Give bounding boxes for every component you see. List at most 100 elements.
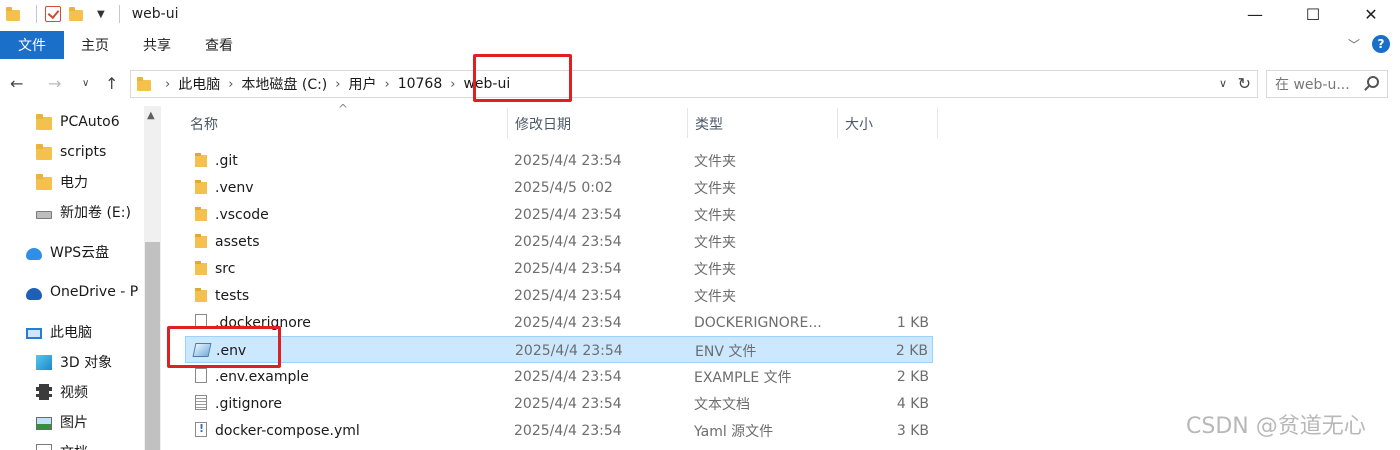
breadcrumb-separator[interactable]: ›: [335, 77, 340, 92]
nav-item-power[interactable]: 电力: [36, 169, 88, 195]
nav-item-wps-cloud[interactable]: WPS云盘: [26, 239, 109, 265]
wps-cloud-icon: [26, 247, 42, 260]
nav-item-label: 3D 对象: [60, 355, 113, 371]
column-divider[interactable]: [507, 108, 508, 138]
tab-share[interactable]: 共享: [126, 31, 188, 59]
file-date: 2025/4/4 23:54: [514, 368, 622, 385]
file-size: 1 KB: [896, 314, 929, 331]
file-icon: [195, 368, 207, 383]
file-row[interactable]: assets 2025/4/4 23:54 文件夹: [185, 228, 933, 255]
toolbar-divider: [118, 5, 120, 23]
column-divider[interactable]: [687, 108, 688, 138]
file-date: 2025/4/4 23:54: [514, 233, 622, 250]
help-icon[interactable]: ?: [1372, 35, 1390, 53]
scroll-up-arrow-icon[interactable]: ▲: [147, 110, 155, 121]
file-date: 2025/4/4 23:54: [514, 206, 622, 223]
file-name: docker-compose.yml: [215, 422, 360, 439]
file-row[interactable]: tests 2025/4/4 23:54 文件夹: [185, 282, 933, 309]
expand-ribbon-icon[interactable]: ﹀: [1348, 36, 1360, 53]
scrollbar-thumb[interactable]: [145, 242, 160, 450]
nav-item-pictures[interactable]: 图片: [36, 409, 88, 435]
address-dropdown-icon[interactable]: ∨: [1219, 77, 1227, 90]
nav-item-this-pc[interactable]: 此电脑: [26, 319, 92, 345]
minimize-button[interactable]: —: [1226, 0, 1284, 28]
nav-scrollbar[interactable]: ▲: [144, 106, 161, 450]
properties-icon[interactable]: [45, 6, 61, 22]
close-button[interactable]: ✕: [1342, 0, 1400, 28]
ribbon-right-controls: ﹀ ?: [1348, 35, 1390, 53]
back-arrow-icon[interactable]: ←: [10, 74, 23, 93]
new-folder-icon[interactable]: [69, 7, 83, 21]
video-icon: [36, 384, 52, 400]
up-arrow-icon[interactable]: ↑: [105, 74, 118, 93]
file-name: .git: [215, 152, 238, 169]
breadcrumb-separator[interactable]: ›: [228, 77, 233, 92]
file-row[interactable]: .env.example 2025/4/4 23:54 EXAMPLE 文件 2…: [185, 363, 933, 390]
file-type: 文件夹: [694, 288, 736, 305]
nav-item-onedrive[interactable]: OneDrive - P: [26, 279, 138, 305]
nav-item-pcauto6[interactable]: PCAuto6: [36, 109, 120, 135]
annotation-box-env-file: [167, 326, 281, 368]
file-date: 2025/4/4 23:54: [514, 287, 622, 304]
file-date: 2025/4/4 23:54: [514, 422, 622, 439]
file-row[interactable]: .venv 2025/4/5 0:02 文件夹: [185, 174, 933, 201]
nav-item-videos[interactable]: 视频: [36, 379, 88, 405]
annotation-box-web-ui: [473, 54, 572, 102]
search-icon[interactable]: [1367, 76, 1379, 88]
navigation-pane: PCAuto6 scripts 电力 新加卷 (E:) WPS云盘 OneDri…: [0, 106, 144, 450]
nav-item-label: 图片: [60, 415, 88, 431]
breadcrumb-separator[interactable]: ›: [165, 77, 170, 92]
window-controls: — ☐ ✕: [1226, 0, 1400, 28]
computer-icon: [26, 327, 42, 339]
text-file-icon: [195, 395, 207, 410]
maximize-button[interactable]: ☐: [1284, 0, 1342, 28]
column-header-date[interactable]: 修改日期: [515, 110, 571, 138]
recent-locations-icon[interactable]: ∨: [82, 78, 89, 89]
column-header-name[interactable]: 名称: [190, 110, 218, 138]
tab-view[interactable]: 查看: [188, 31, 250, 59]
file-row[interactable]: docker-compose.yml 2025/4/4 23:54 Yaml 源…: [185, 417, 933, 444]
breadcrumb-user-folder[interactable]: 10768: [398, 76, 443, 92]
file-row[interactable]: .gitignore 2025/4/4 23:54 文本文档 4 KB: [185, 390, 933, 417]
tab-home[interactable]: 主页: [64, 31, 126, 59]
yaml-file-icon: [195, 422, 207, 437]
nav-item-drive-e[interactable]: 新加卷 (E:): [36, 199, 131, 225]
file-row[interactable]: src 2025/4/4 23:54 文件夹: [185, 255, 933, 282]
search-input[interactable]: 在 web-u...: [1266, 70, 1388, 98]
nav-item-label: 文档: [60, 442, 88, 450]
nav-item-label: WPS云盘: [50, 245, 110, 261]
nav-item-scripts[interactable]: scripts: [36, 139, 106, 165]
breadcrumb-separator[interactable]: ›: [384, 77, 389, 92]
column-divider[interactable]: [937, 108, 938, 138]
file-row-selected[interactable]: .env 2025/4/4 23:54 ENV 文件 2 KB: [185, 336, 933, 363]
customize-toolbar-dropdown-icon[interactable]: ▼: [97, 9, 105, 20]
breadcrumb-separator[interactable]: ›: [450, 77, 455, 92]
file-name: .vscode: [215, 206, 269, 223]
folder-icon: [193, 287, 209, 303]
nav-item-label: OneDrive - P: [50, 284, 139, 300]
file-row[interactable]: .git 2025/4/4 23:54 文件夹: [185, 147, 933, 174]
column-header-type[interactable]: 类型: [695, 110, 723, 138]
breadcrumb-this-pc[interactable]: 此电脑: [178, 74, 220, 94]
nav-item-3d-objects[interactable]: 3D 对象: [36, 349, 112, 375]
title-bar: ▼ web-ui — ☐ ✕: [0, 0, 1400, 28]
file-type: 文件夹: [694, 207, 736, 224]
pictures-icon: [36, 416, 52, 430]
file-type: 文件夹: [694, 234, 736, 251]
breadcrumb-users[interactable]: 用户: [348, 74, 376, 94]
column-header-size[interactable]: 大小: [845, 110, 873, 138]
file-size: 3 KB: [896, 422, 929, 439]
tab-file[interactable]: 文件: [0, 31, 64, 59]
breadcrumb-local-disk[interactable]: 本地磁盘 (C:): [241, 74, 327, 94]
refresh-icon[interactable]: ↻: [1238, 74, 1251, 93]
file-date: 2025/4/4 23:54: [514, 152, 622, 169]
nav-item-documents[interactable]: 文档: [36, 439, 88, 450]
file-name: .gitignore: [215, 395, 282, 412]
file-name: assets: [215, 233, 260, 250]
file-type: 文件夹: [694, 180, 736, 197]
address-bar[interactable]: › 此电脑 › 本地磁盘 (C:) › 用户 › 10768 › web-ui …: [130, 70, 1258, 98]
file-row[interactable]: .vscode 2025/4/4 23:54 文件夹: [185, 201, 933, 228]
forward-arrow-icon[interactable]: →: [48, 74, 61, 93]
column-divider[interactable]: [837, 108, 838, 138]
file-row[interactable]: .dockerignore 2025/4/4 23:54 DOCKERIGNOR…: [185, 309, 933, 336]
